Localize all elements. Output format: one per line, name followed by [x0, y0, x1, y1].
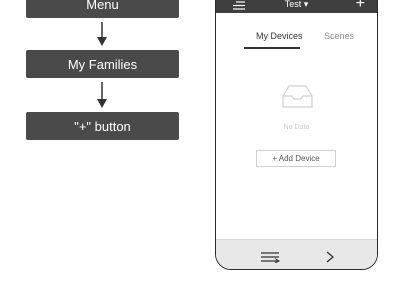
arrow-down-icon	[97, 82, 107, 108]
plus-icon[interactable]: +	[356, 0, 365, 12]
arrow-down-icon	[97, 22, 107, 46]
flow-step-menu: Menu	[26, 0, 179, 18]
tab-scenes[interactable]: Scenes	[324, 31, 354, 41]
phone-mockup: Test ▾ + My Devices Scenes No Data + Add…	[215, 0, 378, 270]
app-header: Test ▾ +	[216, 0, 377, 13]
add-device-button[interactable]: + Add Device	[256, 150, 336, 167]
family-selector[interactable]: Test ▾	[216, 0, 377, 10]
empty-state-label: No Data	[283, 124, 310, 131]
tab-my-devices[interactable]: My Devices	[256, 31, 303, 41]
chevron-right-icon[interactable]	[326, 251, 334, 263]
active-tab-indicator	[244, 47, 300, 49]
bottom-nav-bar	[216, 239, 377, 269]
queue-icon[interactable]	[260, 251, 280, 263]
flow-step-plus-button: "+" button	[26, 112, 179, 140]
flow-step-my-families: My Families	[26, 50, 179, 78]
inbox-icon	[282, 85, 313, 108]
